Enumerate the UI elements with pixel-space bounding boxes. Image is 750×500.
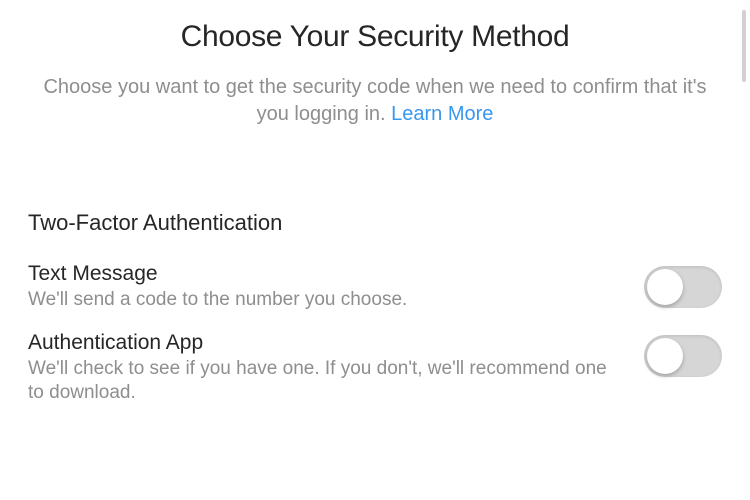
option-desc-auth-app: We'll check to see if you have one. If y…	[28, 357, 624, 406]
toggle-text-message[interactable]	[644, 266, 722, 308]
section-title-2fa: Two-Factor Authentication	[28, 210, 722, 236]
option-text-block: Authentication App We'll check to see if…	[28, 331, 644, 406]
option-text-block: Text Message We'll send a code to the nu…	[28, 262, 644, 313]
toggle-knob	[647, 269, 683, 305]
scroll-indicator	[742, 10, 746, 82]
toggle-knob	[647, 338, 683, 374]
option-title-auth-app: Authentication App	[28, 331, 624, 355]
option-title-text-message: Text Message	[28, 262, 624, 286]
option-text-message: Text Message We'll send a code to the nu…	[28, 262, 722, 313]
page-title: Choose Your Security Method	[28, 20, 722, 54]
description-text: Choose you want to get the security code…	[43, 76, 706, 125]
option-auth-app: Authentication App We'll check to see if…	[28, 331, 722, 406]
learn-more-link[interactable]: Learn More	[391, 103, 493, 125]
toggle-auth-app[interactable]	[644, 335, 722, 377]
option-desc-text-message: We'll send a code to the number you choo…	[28, 288, 624, 313]
page-description: Choose you want to get the security code…	[28, 74, 722, 128]
